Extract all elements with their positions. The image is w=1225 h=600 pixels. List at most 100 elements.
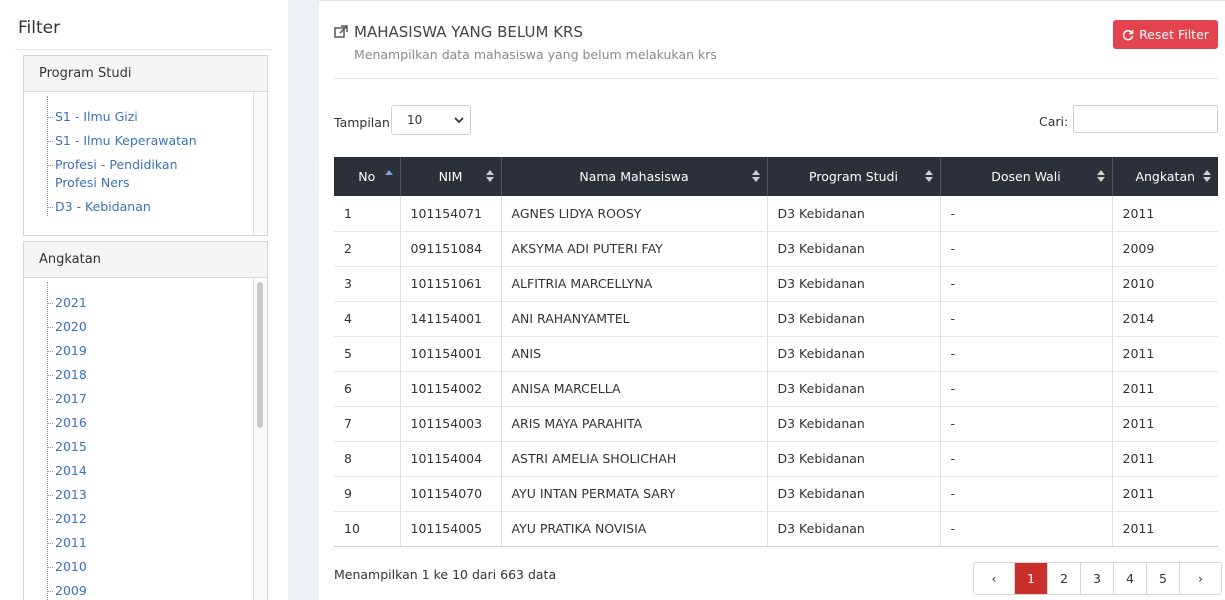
cell-nama: AKSYMA ADI PUTERI FAY [501, 231, 768, 267]
program-studi-item[interactable]: S1 - Ilmu Gizi [47, 108, 222, 126]
angkatan-scrollbar-thumb[interactable] [257, 282, 263, 428]
angkatan-item[interactable]: 2017 [47, 390, 267, 408]
table-row[interactable]: 6 101154002 ANISA MARCELLA D3 Kebidanan -201… [334, 371, 1218, 407]
column-header-label: Nama Mahasiswa [579, 169, 689, 184]
cell-dosen-wali: - [940, 476, 1113, 512]
cell-dosen-wali: - [940, 266, 1113, 302]
cell-no: 4 [334, 301, 401, 337]
cell-nim: 101154002 [400, 371, 502, 407]
table-row[interactable]: 3 101151061 ALFITRIA MARCELLYNA D3 Kebidana… [334, 266, 1218, 302]
table-row[interactable]: 1 101154071 AGNES LIDYA ROOSY D3 Kebidanan -… [334, 196, 1218, 232]
angkatan-tree: 2021 2020 2019 2018 2017 2016 2015 2014 2013 2012… [47, 278, 267, 600]
pagination-page-button[interactable]: 1 [1015, 563, 1048, 594]
search-label: Cari: [1039, 114, 1069, 129]
table-row[interactable]: 7 101154003 ARIS MAYA PARAHITA D3 Kebidanan… [334, 406, 1218, 442]
angkatan-item[interactable]: 2021 [47, 294, 267, 312]
column-header-angkatan[interactable]: Angkatan [1112, 157, 1218, 196]
cell-nama: ARIS MAYA PARAHITA [501, 406, 768, 442]
reset-filter-button[interactable]: Reset Filter [1113, 20, 1218, 49]
pagination-page-button[interactable]: 5 [1147, 563, 1180, 594]
angkatan-item[interactable]: 2012 [47, 510, 267, 528]
angkatan-box: Angkatan 2021 2020 2019 2018 2017 2016 2015 201… [23, 241, 268, 600]
angkatan-item[interactable]: 2009 [47, 582, 267, 600]
cell-program-studi: D3 Kebidanan [767, 441, 941, 477]
search-input[interactable] [1073, 105, 1218, 133]
main-panel: MAHASISWA YANG BELUM KRS Menampilkan dat… [319, 0, 1225, 600]
pagination-next-button[interactable]: › [1180, 563, 1221, 594]
cell-nim: 091151084 [400, 231, 502, 267]
pagination-page-button[interactable]: 4 [1114, 563, 1147, 594]
table-body: 1 101154071 AGNES LIDYA ROOSY D3 Kebidanan -… [334, 196, 1218, 547]
program-studi-box: Program Studi S1 - Ilmu Gizi S1 - Ilmu Ke… [23, 55, 268, 236]
table-header-row: No NIM Nama Mahasiswa Program Studi Dose… [334, 157, 1218, 196]
column-header-label: NIM [438, 169, 463, 184]
angkatan-item[interactable]: 2013 [47, 486, 267, 504]
pagination-prev-button[interactable]: ‹ [974, 563, 1015, 594]
cell-no: 5 [334, 336, 401, 372]
column-header-nim[interactable]: NIM [400, 157, 502, 196]
cell-program-studi: D3 Kebidanan [767, 476, 941, 512]
cell-nama: AGNES LIDYA ROOSY [501, 196, 768, 232]
column-header-label: No [358, 169, 376, 184]
table-row[interactable]: 2 091151084 AKSYMA ADI PUTERI FAY D3 Kebida… [334, 231, 1218, 267]
cell-angkatan: 2011 [1112, 196, 1218, 232]
cell-no: 9 [334, 476, 401, 512]
table-row[interactable]: 8 101154004 ASTRI AMELIA SHOLICHAH D3 Kebid… [334, 441, 1218, 477]
table-row[interactable]: 10 101154005 AYU PRATIKA NOVISIA D3 Kebidan… [334, 511, 1218, 547]
header-divider [334, 78, 1218, 79]
cell-program-studi: D3 Kebidanan [767, 266, 941, 302]
program-studi-item[interactable]: S1 - Ilmu Keperawatan [47, 132, 222, 150]
cell-program-studi: D3 Kebidanan [767, 196, 941, 232]
cell-angkatan: 2011 [1112, 406, 1218, 442]
reset-filter-label: Reset Filter [1139, 27, 1209, 42]
angkatan-heading: Angkatan [24, 242, 267, 278]
table-row[interactable]: 5 101154001 ANIS D3 Kebidanan -2011 [334, 336, 1218, 372]
angkatan-scrollbar[interactable] [253, 278, 267, 600]
angkatan-item[interactable]: 2011 [47, 534, 267, 552]
cell-nama: AYU PRATIKA NOVISIA [501, 511, 768, 547]
cell-dosen-wali: - [940, 231, 1113, 267]
cell-no: 3 [334, 266, 401, 302]
cell-dosen-wali: - [940, 196, 1113, 232]
angkatan-item[interactable]: 2020 [47, 318, 267, 336]
cell-program-studi: D3 Kebidanan [767, 511, 941, 547]
column-header-nama[interactable]: Nama Mahasiswa [501, 157, 768, 196]
cell-dosen-wali: - [940, 511, 1113, 547]
pagination-page-button[interactable]: 2 [1048, 563, 1081, 594]
angkatan-item[interactable]: 2019 [47, 342, 267, 360]
column-header-label: Program Studi [809, 169, 898, 184]
cell-no: 10 [334, 511, 401, 547]
cell-nama: ASTRI AMELIA SHOLICHAH [501, 441, 768, 477]
cell-nim: 101154003 [400, 406, 502, 442]
tampilan-label: Tampilan [334, 115, 390, 130]
sort-icon [1096, 170, 1105, 182]
cell-dosen-wali: - [940, 336, 1113, 372]
program-studi-item[interactable]: Profesi - Pendidikan Profesi Ners [47, 156, 222, 192]
cell-dosen-wali: - [940, 371, 1113, 407]
page-size-select[interactable]: 10 [391, 105, 471, 135]
pagination-page-button[interactable]: 3 [1081, 563, 1114, 594]
angkatan-item[interactable]: 2016 [47, 414, 267, 432]
table-row[interactable]: 4 141154001 ANI RAHANYAMTEL D3 Kebidanan -20… [334, 301, 1218, 337]
program-studi-item[interactable]: D3 - Kebidanan [47, 198, 222, 216]
angkatan-item[interactable]: 2015 [47, 438, 267, 456]
table-row[interactable]: 9 101154070 AYU INTAN PERMATA SARY D3 Kebid… [334, 476, 1218, 512]
angkatan-item[interactable]: 2018 [47, 366, 267, 384]
program-studi-scrollbar[interactable] [253, 92, 267, 235]
column-header-program-studi[interactable]: Program Studi [767, 157, 941, 196]
column-header-dosen-wali[interactable]: Dosen Wali [940, 157, 1113, 196]
column-header-no[interactable]: No [334, 157, 401, 196]
angkatan-item[interactable]: 2010 [47, 558, 267, 576]
cell-program-studi: D3 Kebidanan [767, 231, 941, 267]
page-size-value: 10 [407, 113, 423, 127]
sort-icon [485, 170, 494, 182]
pagination: ‹ 1 2 3 4 5 › [973, 562, 1222, 595]
cell-program-studi: D3 Kebidanan [767, 371, 941, 407]
cell-program-studi: D3 Kebidanan [767, 406, 941, 442]
cell-angkatan: 2011 [1112, 476, 1218, 512]
sort-asc-icon [384, 170, 393, 175]
cell-angkatan: 2014 [1112, 301, 1218, 337]
cell-nama: ALFITRIA MARCELLYNA [501, 266, 768, 302]
cell-nama: ANIS [501, 336, 768, 372]
angkatan-item[interactable]: 2014 [47, 462, 267, 480]
